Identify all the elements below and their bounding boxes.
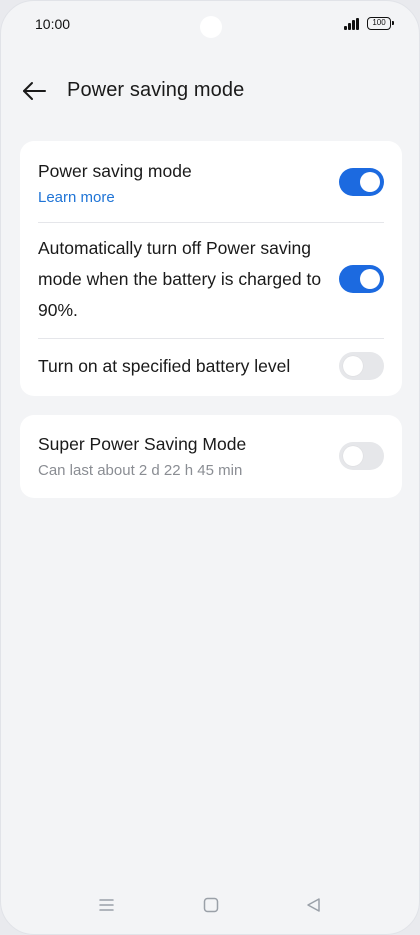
back-button[interactable] — [17, 73, 53, 109]
menu-icon — [99, 899, 114, 911]
app-header: Power saving mode — [1, 67, 419, 115]
back-triangle-icon — [307, 898, 320, 912]
row-auto-turn-off[interactable]: Automatically turn off Power saving mode… — [20, 223, 402, 338]
phone-screen: 10:00 100 Power saving mode Power saving… — [0, 0, 420, 935]
camera-cutout — [200, 16, 222, 38]
super-power-saving-toggle[interactable] — [339, 442, 384, 470]
toggle-knob — [343, 446, 363, 466]
super-power-saving-subtitle: Can last about 2 d 22 h 45 min — [38, 462, 243, 479]
specified-battery-level-title: Turn on at specified battery level — [38, 356, 291, 376]
power-saving-title: Power saving mode — [38, 161, 192, 181]
home-icon — [203, 897, 219, 913]
status-bar: 10:00 100 — [1, 1, 419, 49]
learn-more-link[interactable]: Learn more — [38, 189, 115, 206]
row-power-saving-mode[interactable]: Power saving mode Learn more — [20, 141, 402, 223]
status-time: 10:00 — [35, 16, 71, 32]
navigation-bar — [1, 878, 419, 934]
system-back-button[interactable] — [299, 890, 329, 920]
battery-level: 100 — [372, 18, 386, 27]
signal-icon — [344, 18, 362, 30]
menu-button[interactable] — [91, 890, 121, 920]
settings-card-power-saving: Power saving mode Learn more Automatical… — [20, 141, 402, 396]
arrow-left-icon — [23, 82, 46, 100]
auto-turn-off-title: Automatically turn off Power saving mode… — [38, 238, 322, 320]
super-power-saving-title: Super Power Saving Mode — [38, 434, 247, 454]
toggle-knob — [360, 172, 380, 192]
auto-turn-off-toggle[interactable] — [339, 265, 384, 293]
specified-battery-level-toggle[interactable] — [339, 352, 384, 380]
settings-card-super-power-saving: Super Power Saving Mode Can last about 2… — [20, 415, 402, 498]
page-title: Power saving mode — [67, 79, 245, 101]
battery-icon: 100 — [367, 17, 394, 30]
toggle-knob — [343, 356, 363, 376]
home-button[interactable] — [196, 890, 226, 920]
row-super-power-saving[interactable]: Super Power Saving Mode Can last about 2… — [20, 415, 402, 498]
power-saving-toggle[interactable] — [339, 168, 384, 196]
row-specified-battery-level[interactable]: Turn on at specified battery level — [20, 339, 402, 396]
toggle-knob — [360, 269, 380, 289]
